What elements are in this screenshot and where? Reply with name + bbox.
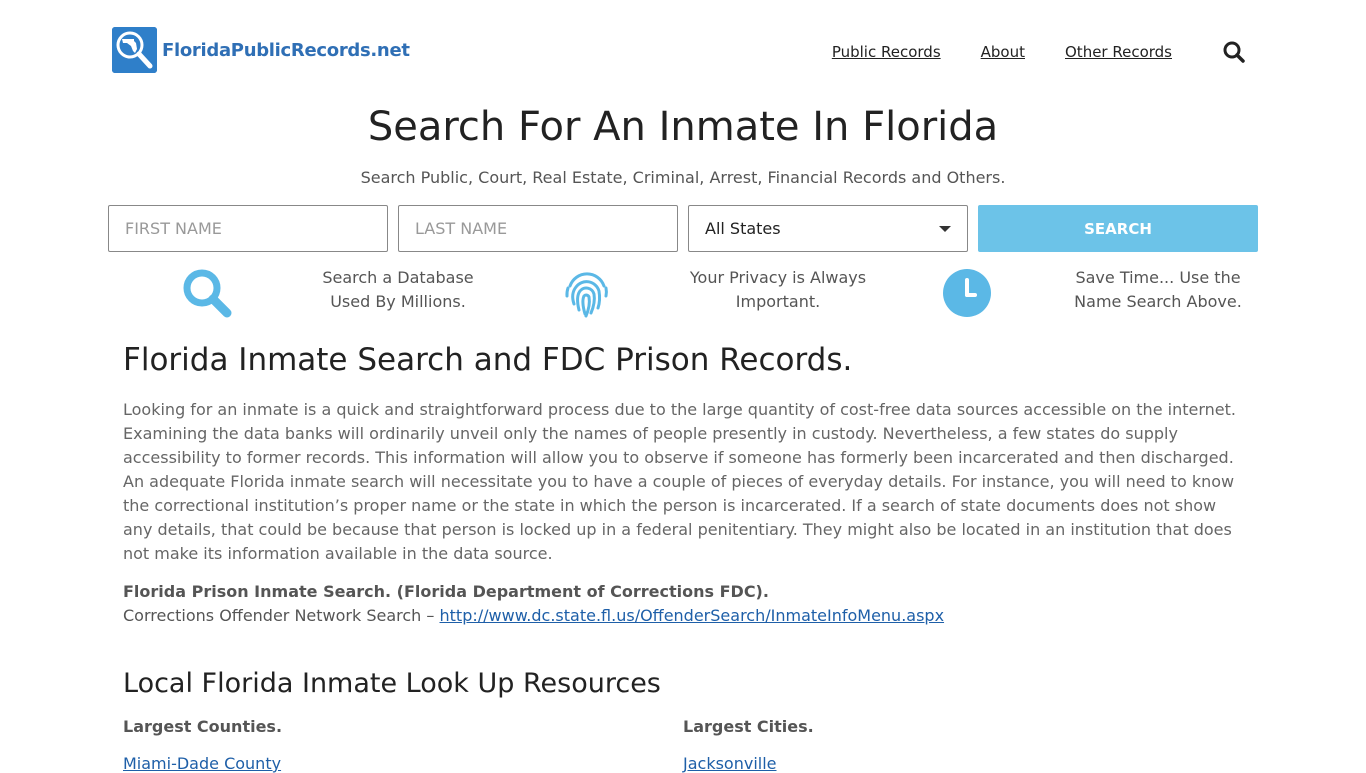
- nav-other-records[interactable]: Other Records: [1065, 43, 1172, 61]
- offender-search-label: Corrections Offender Network Search –: [123, 606, 440, 625]
- content-heading: Florida Inmate Search and FDC Prison Rec…: [123, 342, 853, 378]
- page-subtitle: Search Public, Court, Real Estate, Crimi…: [360, 168, 1006, 187]
- feature-privacy: Your Privacy is Always Important.: [488, 266, 868, 322]
- local-resources-heading: Local Florida Inmate Look Up Resources: [123, 668, 661, 699]
- logo-text: FloridaPublicRecords.net: [162, 39, 410, 61]
- first-name-input[interactable]: [108, 205, 388, 252]
- search-icon[interactable]: [1222, 40, 1246, 64]
- counties-label: Largest Counties.: [123, 717, 283, 736]
- counties-column: Largest Counties. Miami-Dade County: [123, 717, 683, 773]
- search-button[interactable]: SEARCH: [978, 205, 1258, 252]
- offender-search-link[interactable]: http://www.dc.state.fl.us/OffenderSearch…: [440, 606, 945, 625]
- feature-text: Search a Database Used By Millions.: [322, 268, 474, 311]
- feature-database: Search a Database Used By Millions.: [108, 266, 488, 322]
- florida-magnifier-logo-icon: [112, 27, 157, 73]
- feature-save-time: Save Time... Use the Name Search Above.: [868, 266, 1248, 322]
- resource-columns: Largest Counties. Miami-Dade County Larg…: [123, 717, 1243, 773]
- site-header: FloridaPublicRecords.net Public Records …: [0, 0, 1366, 100]
- prison-search-title: Florida Prison Inmate Search. (Florida D…: [123, 582, 769, 601]
- search-form: All States SEARCH: [108, 205, 1258, 252]
- chevron-down-icon: [939, 225, 951, 232]
- page-title: Search For An Inmate In Florida: [367, 104, 999, 150]
- intro-paragraph: Looking for an inmate is a quick and str…: [123, 400, 1236, 563]
- city-link[interactable]: Jacksonville: [683, 754, 777, 773]
- nav-public-records[interactable]: Public Records: [832, 43, 941, 61]
- state-select-value: All States: [705, 219, 781, 238]
- main-nav: Public Records About Other Records: [792, 40, 1246, 64]
- clock-icon: [940, 266, 994, 320]
- main-content: Florida Inmate Search and FDC Prison Rec…: [123, 342, 1243, 773]
- county-link[interactable]: Miami-Dade County: [123, 754, 281, 773]
- nav-about[interactable]: About: [981, 43, 1025, 61]
- cities-column: Largest Cities. Jacksonville: [683, 717, 1243, 773]
- search-icon: [180, 266, 234, 320]
- feature-row: Search a Database Used By Millions. Your…: [108, 266, 1258, 322]
- state-select[interactable]: All States: [688, 205, 968, 252]
- cities-label: Largest Cities.: [683, 717, 814, 736]
- site-logo[interactable]: FloridaPublicRecords.net: [112, 27, 410, 73]
- fingerprint-icon: [560, 266, 614, 320]
- offender-search-line: Corrections Offender Network Search – ht…: [123, 604, 1243, 628]
- feature-text: Your Privacy is Always Important.: [689, 268, 867, 311]
- last-name-input[interactable]: [398, 205, 678, 252]
- feature-text: Save Time... Use the Name Search Above.: [1074, 268, 1242, 311]
